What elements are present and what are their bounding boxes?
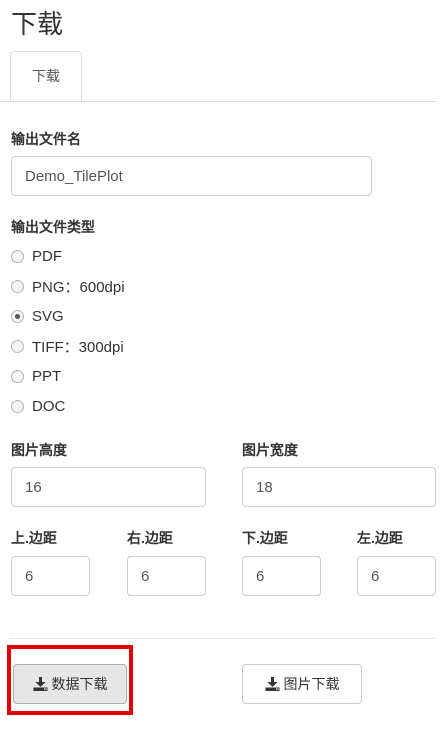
image-width-label: 图片宽度: [242, 442, 298, 458]
image-download-button[interactable]: 图片下载: [242, 664, 362, 704]
radio-option-doc[interactable]: DOC: [11, 396, 65, 416]
margin-bottom-label: 下.边距: [242, 530, 288, 546]
image-height-input[interactable]: [11, 467, 206, 507]
radio-option-ppt[interactable]: PPT: [11, 366, 61, 386]
radio-button[interactable]: [11, 249, 24, 263]
image-download-label: 图片下载: [283, 676, 340, 692]
page-title: 下载: [11, 9, 64, 39]
radio-label: PPT: [32, 367, 62, 385]
image-width-input[interactable]: [242, 467, 436, 507]
margin-left-label: 左.边距: [357, 530, 403, 546]
radio-button[interactable]: [11, 339, 24, 353]
radio-label: SVG: [32, 307, 64, 325]
radio-button[interactable]: [11, 399, 24, 413]
radio-button[interactable]: [11, 279, 24, 293]
radio-label: TIFF：300dpi: [32, 338, 124, 356]
download-panel: 下载 下载 输出文件名 输出文件类型 PDF PNG：600dpi SVG TI…: [0, 0, 440, 742]
radio-button[interactable]: [11, 369, 24, 383]
download-icon: [33, 677, 48, 691]
section-divider: [10, 638, 436, 639]
output-filename-label: 输出文件名: [11, 131, 81, 147]
tab-bar-underline: [0, 101, 436, 102]
margin-right-input[interactable]: [127, 556, 206, 596]
radio-label: PNG：600dpi: [32, 278, 125, 296]
radio-button-selected[interactable]: [11, 309, 24, 323]
radio-option-png[interactable]: PNG：600dpi: [11, 276, 125, 296]
download-icon: [265, 677, 280, 691]
margin-bottom-input[interactable]: [242, 556, 321, 596]
file-type-label: 输出文件类型: [11, 219, 95, 235]
radio-option-svg[interactable]: SVG: [11, 306, 64, 326]
radio-label: PDF: [32, 247, 62, 265]
margin-top-label: 上.边距: [11, 530, 57, 546]
radio-option-tiff[interactable]: TIFF：300dpi: [11, 336, 124, 356]
margin-right-label: 右.边距: [127, 530, 173, 546]
radio-option-pdf[interactable]: PDF: [11, 246, 62, 266]
data-download-button[interactable]: 数据下载: [13, 664, 127, 704]
margin-left-input[interactable]: [357, 556, 436, 596]
data-download-label: 数据下载: [51, 676, 108, 692]
radio-label: DOC: [32, 397, 66, 415]
image-height-label: 图片高度: [11, 442, 67, 458]
output-filename-input[interactable]: [11, 156, 372, 196]
tab-download[interactable]: 下载: [10, 51, 82, 101]
margin-top-input[interactable]: [11, 556, 90, 596]
